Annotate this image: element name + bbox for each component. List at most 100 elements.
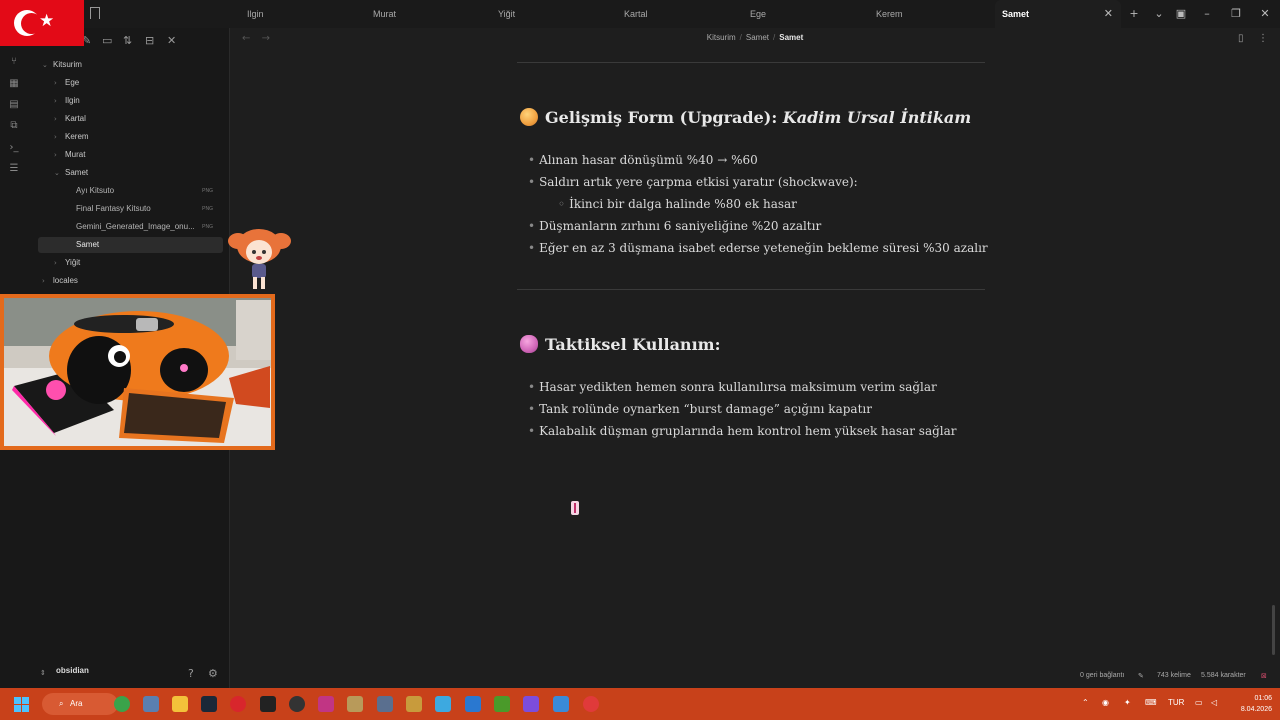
folder-locales[interactable]: › locales [40,273,225,289]
help-icon[interactable]: ? [188,667,194,680]
list-item-text: Düşmanların zırhını 6 saniyeliğine %20 a… [539,219,822,233]
instagram-icon[interactable] [318,696,334,712]
edit-icon[interactable]: ✎ [1138,672,1144,686]
folder-ilgin[interactable]: › Ilgin [52,93,225,109]
file-label: Ayı Kitsuto [76,186,115,195]
tray-expand-icon[interactable]: ⌃ [1082,698,1089,707]
tab-kerem[interactable]: Kerem [876,0,903,28]
volume-icon[interactable]: ◁ [1211,698,1217,707]
new-folder-icon[interactable]: ▭ [102,34,112,47]
chevron-right-icon: › [54,115,57,123]
app-icon[interactable] [465,696,481,712]
grid-icon[interactable]: ▦ [8,78,20,90]
breadcrumb-folder[interactable]: Samet [746,33,769,42]
terminal-icon[interactable]: ›_ [8,142,20,154]
paint-icon[interactable] [347,696,363,712]
close-window-icon[interactable]: ✕ [1254,0,1276,28]
vault-switcher-icon[interactable]: ⇕ [40,669,46,677]
file-gemini-image[interactable]: Gemini_Generated_Image_onu... PNG [64,219,219,235]
task-view-icon[interactable] [143,696,159,712]
clock[interactable]: 01:06 8.04.2026 [1228,693,1272,715]
language-indicator[interactable]: TUR [1168,698,1184,707]
breadcrumb-root[interactable]: Kitsurim [707,33,736,42]
terminal-app-icon[interactable] [260,696,276,712]
more-options-icon[interactable]: ⋮ [1258,33,1268,44]
section1-heading: Gelişmiş Form (Upgrade): Kadim Ursal İnt… [520,108,971,127]
tray-app-icon[interactable]: ✦ [1124,698,1131,707]
tab-bar: ★ Ilgin Murat Yiğit Kartal Ege Kerem Sam… [0,0,1280,46]
sidebar-toggle-icon[interactable]: ▣ [1170,0,1192,28]
bookmark-icon[interactable] [90,7,100,19]
tray-app-icon[interactable]: ◉ [1102,698,1109,707]
steam-icon[interactable] [201,696,217,712]
tab-ege[interactable]: Ege [750,0,766,28]
chevron-right-icon: › [54,97,57,105]
obsidian-icon[interactable] [523,696,539,712]
tab-list-icon[interactable]: ⌄ [1148,0,1170,28]
tab-ilgin[interactable]: Ilgin [247,0,264,28]
list-item: • Kalabalık düşman gruplarında hem kontro… [528,424,957,438]
folder-samet[interactable]: ⌄ Samet [52,165,225,181]
minimize-icon[interactable]: – [1196,0,1218,28]
folder-label: Kerem [65,132,89,141]
app-icon[interactable] [377,696,393,712]
folder-kartal[interactable]: › Kartal [52,111,225,127]
section1-title: Gelişmiş Form (Upgrade): [545,108,783,127]
obsidian-window: ★ Ilgin Murat Yiğit Kartal Ege Kerem Sam… [0,0,1280,720]
xbox-icon[interactable] [114,696,130,712]
chibi-sticker [228,229,291,289]
word-count: 743 kelime [1157,672,1191,679]
close-all-icon[interactable]: ✕ [167,34,176,47]
reading-view-icon[interactable]: ▯ [1238,33,1244,44]
graph-icon[interactable]: ⑂ [8,56,20,68]
list-item: • Hasar yedikten hemen sonra kullanılırsa… [528,380,937,394]
tab-yigit[interactable]: Yiğit [498,0,515,28]
backlinks-count[interactable]: 0 geri bağlantı [1080,672,1124,686]
app-icon[interactable] [435,696,451,712]
folder-label: Kartal [65,114,86,123]
folder-kerem[interactable]: › Kerem [52,129,225,145]
sort-icon[interactable]: ⇅ [123,34,132,47]
windows-start-icon[interactable] [14,697,29,712]
file-final-fantasy-kitsuto[interactable]: Final Fantasy Kitsuto PNG [64,201,219,217]
breadcrumb-current[interactable]: Samet [779,33,803,42]
app-icon[interactable] [553,696,569,712]
keyboard-icon[interactable]: ⌨ [1145,698,1157,707]
tab-kartal[interactable]: Kartal [624,0,648,28]
display-icon[interactable]: ▭ [1195,698,1203,707]
clock-date: 8.04.2026 [1240,706,1272,713]
list-item-text: Alınan hasar dönüşümü %40 → %60 [539,153,758,167]
tree-root-label: Kitsurim [53,60,82,69]
turkish-flag-overlay: ★ [0,0,84,46]
calendar-icon[interactable]: ▤ [8,99,20,111]
opera-icon[interactable] [230,696,246,712]
tab-samet[interactable]: Samet ✕ [995,0,1121,28]
folder-yigit[interactable]: › Yiğit [52,255,225,271]
section2-heading: Taktiksel Kullanım: [520,335,720,354]
settings-gear-icon[interactable]: ⚙ [208,667,218,680]
vault-name[interactable]: obsidian [56,666,89,675]
list-icon[interactable]: ☰ [8,163,20,175]
file-ayi-kitsuto[interactable]: Ayı Kitsuto PNG [64,183,219,199]
breadcrumb: Kitsurim / Samet / Samet [706,33,804,42]
minecraft-icon[interactable] [494,696,510,712]
note-samet[interactable]: Samet [38,237,223,253]
league-icon[interactable] [406,696,422,712]
list-item: • Düşmanların zırhını 6 saniyeliğine %20 … [528,219,822,233]
scrollbar[interactable] [1272,605,1275,655]
new-tab-icon[interactable]: + [1123,0,1145,28]
obs-icon[interactable] [289,696,305,712]
chevron-right-icon: › [54,79,57,87]
tab-murat[interactable]: Murat [373,0,396,28]
taskbar-search[interactable]: ⌕ Ara [42,693,118,715]
close-tab-icon[interactable]: ✕ [1104,0,1113,28]
maximize-icon[interactable]: ❐ [1225,0,1247,28]
file-explorer-icon[interactable] [172,696,188,712]
sync-status-icon[interactable]: ⊠ [1261,672,1267,686]
copy-icon[interactable]: ⧉ [8,120,20,132]
tree-root[interactable]: ⌄ Kitsurim [40,57,225,73]
folder-ege[interactable]: › Ege [52,75,225,91]
collapse-icon[interactable]: ⊟ [145,34,154,47]
folder-murat[interactable]: › Murat [52,147,225,163]
app-icon[interactable] [583,696,599,712]
